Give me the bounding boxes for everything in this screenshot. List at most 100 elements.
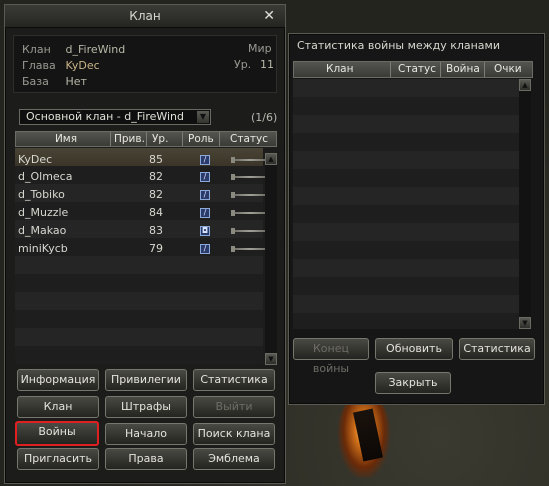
table-row-stripe	[293, 259, 519, 277]
stats-scrollbar[interactable]: ▲ ▼	[519, 79, 531, 329]
leave-button[interactable]: Выйти	[193, 396, 275, 418]
scroll-up-icon[interactable]: ▲	[265, 153, 277, 165]
wars-button[interactable]: Войны	[15, 421, 99, 446]
member-name: KyDec	[18, 153, 53, 166]
scroll-down-icon[interactable]: ▼	[265, 353, 277, 365]
column-divider	[110, 132, 111, 146]
table-row[interactable]: d_Muzzle 84 /	[15, 204, 265, 222]
member-name: d_Muzzle	[18, 206, 69, 219]
scroll-up-icon[interactable]: ▲	[519, 79, 531, 91]
col-clan[interactable]: Клан	[326, 62, 353, 77]
column-divider	[440, 62, 441, 77]
refresh-button[interactable]: Обновить	[375, 338, 453, 360]
table-row-stripe	[293, 295, 519, 313]
member-level: 83	[149, 224, 163, 237]
leader-label: Глава	[22, 59, 56, 72]
col-privilege[interactable]: Прив.	[114, 132, 145, 146]
table-row[interactable]: d_Olmeca 82 /	[15, 168, 265, 186]
page-indicator: (1/6)	[251, 111, 278, 124]
member-level: 85	[149, 153, 163, 166]
clan-info-panel: Клан d_FireWind Глава KyDec База Нет Мир…	[13, 35, 277, 93]
members-table-header: Имя Прив. Ур. Роль Статус	[15, 131, 277, 147]
table-row-stripe	[15, 256, 263, 274]
world-label: Мир	[248, 42, 272, 55]
status-bar-icon	[231, 192, 265, 198]
column-divider	[219, 132, 220, 146]
penalties-button[interactable]: Штрафы	[105, 396, 187, 418]
members-table: KyDec 85 / d_Olmeca 82 / d_Tobiko 82 / d…	[15, 148, 265, 366]
table-row-stripe	[15, 310, 263, 328]
member-name: d_Tobiko	[18, 188, 65, 201]
rights-button[interactable]: Права	[105, 448, 187, 470]
member-name: miniKycb	[18, 242, 68, 255]
table-row-stripe	[15, 346, 263, 364]
table-row-stripe	[293, 313, 519, 329]
col-level[interactable]: Ур.	[152, 132, 168, 146]
search-clan-button[interactable]: Поиск клана	[193, 423, 275, 445]
table-row-stripe	[293, 169, 519, 187]
stats-table-header: Клан Статус Война Очки	[293, 61, 533, 78]
table-row-stripe	[293, 151, 519, 169]
stats-window-title: Статистика войны между кланами	[297, 39, 500, 52]
members-scrollbar[interactable]: ▲ ▼	[265, 153, 277, 365]
clan-leader-row: Глава KyDec	[22, 58, 100, 74]
status-bar-icon	[231, 228, 265, 234]
table-row-stripe	[293, 277, 519, 295]
table-row[interactable]: miniKycb 79 /	[15, 240, 265, 258]
start-war-button[interactable]: Начало войны	[105, 423, 187, 460]
col-role[interactable]: Роль	[188, 132, 214, 146]
statistics-button[interactable]: Статистика	[193, 369, 275, 391]
member-level: 82	[149, 188, 163, 201]
clan-war-stats-window: Статистика войны между кланами Клан Стат…	[288, 33, 545, 405]
clan-name-value: d_FireWind	[65, 43, 126, 56]
table-row-stripe	[15, 274, 263, 292]
sword-role-icon: /	[200, 244, 210, 254]
table-row[interactable]: d_Tobiko 82 /	[15, 186, 265, 204]
column-divider	[484, 62, 485, 77]
sword-role-icon: /	[200, 155, 210, 165]
member-level: 84	[149, 206, 163, 219]
member-level: 79	[149, 242, 163, 255]
col-points[interactable]: Очки	[494, 62, 522, 77]
emblem-button[interactable]: Эмблема	[193, 448, 275, 470]
sword-role-icon: /	[200, 172, 210, 182]
clan-level-label: Ур.	[234, 58, 252, 71]
end-war-button[interactable]: Конец войны	[293, 338, 369, 375]
close-icon[interactable]: ✕	[263, 7, 275, 25]
invite-button[interactable]: Пригласить	[17, 448, 99, 470]
table-row-stripe	[293, 223, 519, 241]
member-name: d_Makao	[18, 224, 67, 237]
wand-role-icon: /	[200, 190, 210, 200]
privileges-button[interactable]: Привилегии	[105, 369, 187, 391]
table-row[interactable]: KyDec 85 /	[15, 151, 265, 169]
clan-button[interactable]: Клан	[17, 396, 99, 418]
status-bar-icon	[231, 157, 265, 163]
close-button[interactable]: Закрыть	[375, 372, 451, 394]
info-button[interactable]: Информация	[17, 369, 99, 391]
table-row-stripe	[293, 115, 519, 133]
table-row-stripe	[293, 97, 519, 115]
status-bar-icon	[231, 246, 265, 252]
stats-table	[293, 79, 519, 329]
clan-window: Клан ✕ Клан d_FireWind Глава KyDec База …	[4, 4, 286, 484]
clan-name-row: Клан d_FireWind	[22, 42, 125, 58]
clan-window-titlebar[interactable]: Клан ✕	[5, 5, 285, 28]
col-status[interactable]: Статус	[230, 132, 268, 146]
table-row-stripe	[293, 187, 519, 205]
table-row-stripe	[15, 328, 263, 346]
column-divider	[182, 132, 183, 146]
leader-name-value: KyDec	[65, 59, 100, 72]
clan-level-value: 11	[260, 58, 274, 71]
subclan-select[interactable]: Основной клан - d_FireWind ▼	[19, 109, 211, 125]
table-row-stripe	[293, 205, 519, 223]
table-row-stripe	[293, 133, 519, 151]
col-name[interactable]: Имя	[26, 132, 106, 146]
member-name: d_Olmeca	[18, 170, 73, 183]
col-war[interactable]: Война	[446, 62, 480, 77]
col-status[interactable]: Статус	[398, 62, 436, 77]
stats-button[interactable]: Статистика	[459, 338, 535, 360]
column-divider	[390, 62, 391, 77]
scroll-down-icon[interactable]: ▼	[519, 317, 531, 329]
chevron-down-icon[interactable]: ▼	[197, 111, 209, 123]
table-row[interactable]: d_Makao 83 ◘	[15, 222, 265, 240]
